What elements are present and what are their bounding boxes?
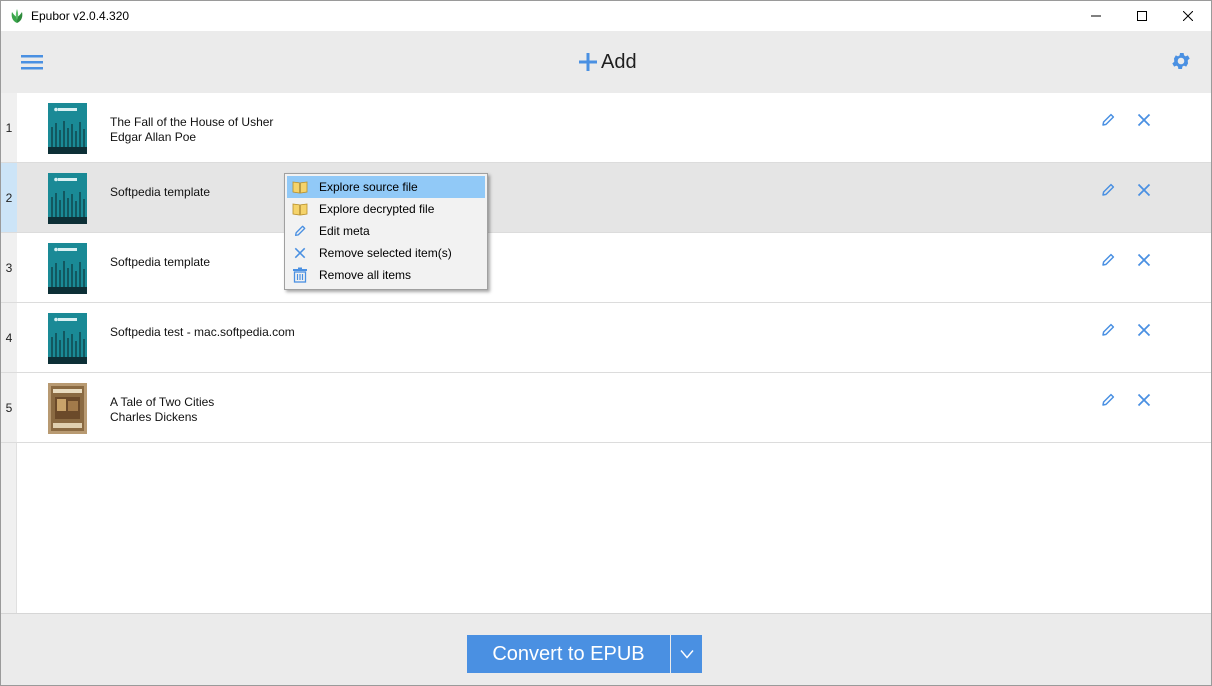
book-cover	[48, 243, 87, 294]
row-number: 4	[1, 303, 17, 372]
row-number: 1	[1, 93, 17, 162]
close-icon[interactable]	[1137, 183, 1151, 197]
convert-format-dropdown[interactable]	[671, 635, 702, 673]
pencil-icon[interactable]	[1100, 252, 1116, 268]
title-bar: Epubor v2.0.4.320	[1, 1, 1211, 31]
book-list: 1 The Fall of the House of Usher Edgar A…	[1, 93, 1211, 613]
menu-item-label: Remove selected item(s)	[319, 246, 452, 260]
menu-item-explore-source[interactable]: Explore source file	[287, 176, 485, 198]
row-number: 3	[1, 233, 17, 302]
book-row[interactable]: 5 A Tale of Two Cities Charles Dickens	[1, 373, 1211, 443]
book-author: Charles Dickens	[110, 410, 198, 424]
app-window: Epubor v2.0.4.320 Add 1 The Fall of the …	[0, 0, 1212, 686]
add-label: Add	[601, 50, 637, 73]
book-title: The Fall of the House of Usher	[110, 115, 274, 129]
book-row[interactable]: 1 The Fall of the House of Usher Edgar A…	[1, 93, 1211, 163]
menu-item-label: Remove all items	[319, 268, 412, 282]
pencil-icon[interactable]	[1100, 182, 1116, 198]
book-icon	[292, 179, 308, 195]
menu-item-remove-selected[interactable]: Remove selected item(s)	[287, 242, 485, 264]
menu-item-remove-all[interactable]: Remove all items	[287, 264, 485, 286]
epubor-logo-icon	[11, 9, 23, 23]
pencil-icon[interactable]	[1100, 392, 1116, 408]
menu-item-label: Edit meta	[319, 224, 370, 238]
book-title: Softpedia test - mac.softpedia.com	[110, 325, 295, 339]
book-cover	[48, 313, 87, 364]
pencil-icon	[292, 223, 308, 239]
book-row[interactable]: 4 Softpedia test - mac.softpedia.com	[1, 303, 1211, 373]
book-cover	[48, 103, 87, 154]
book-row[interactable]: 3 Softpedia template	[1, 233, 1211, 303]
book-icon	[292, 201, 308, 217]
close-icon	[292, 245, 308, 261]
book-cover	[48, 383, 87, 434]
menu-item-edit-meta[interactable]: Edit meta	[287, 220, 485, 242]
close-window-button[interactable]	[1165, 1, 1211, 31]
book-cover	[48, 173, 87, 224]
book-title: A Tale of Two Cities	[110, 395, 215, 409]
footer-bar: Convert to EPUB	[1, 613, 1211, 685]
menu-item-explore-decrypted[interactable]: Explore decrypted file	[287, 198, 485, 220]
minimize-icon	[1091, 15, 1101, 17]
row-number: 2	[1, 163, 17, 232]
book-author: Edgar Allan Poe	[110, 130, 197, 144]
maximize-icon	[1137, 11, 1147, 21]
window-title: Epubor v2.0.4.320	[31, 9, 130, 23]
context-menu: Explore source file Explore decrypted fi…	[284, 173, 488, 290]
close-icon[interactable]	[1137, 323, 1151, 337]
close-icon[interactable]	[1137, 253, 1151, 267]
gear-icon[interactable]	[1170, 50, 1192, 72]
close-icon[interactable]	[1137, 393, 1151, 407]
book-title: Softpedia template	[110, 185, 211, 199]
convert-button[interactable]: Convert to EPUB	[467, 635, 670, 673]
book-title: Softpedia template	[110, 255, 211, 269]
minimize-button[interactable]	[1073, 1, 1119, 31]
menu-item-label: Explore source file	[319, 180, 418, 194]
close-icon	[1183, 11, 1193, 21]
add-button[interactable]: Add	[578, 47, 637, 77]
pencil-icon[interactable]	[1100, 112, 1116, 128]
menu-item-label: Explore decrypted file	[319, 202, 435, 216]
hamburger-menu-icon[interactable]	[21, 52, 43, 72]
trash-icon	[292, 267, 308, 283]
toolbar: Add	[1, 31, 1211, 93]
row-number: 5	[1, 373, 17, 442]
book-row[interactable]: 2 Softpedia template	[1, 163, 1211, 233]
chevron-down-icon	[679, 650, 694, 659]
pencil-icon[interactable]	[1100, 322, 1116, 338]
maximize-button[interactable]	[1119, 1, 1165, 31]
close-icon[interactable]	[1137, 113, 1151, 127]
plus-icon	[579, 53, 597, 71]
